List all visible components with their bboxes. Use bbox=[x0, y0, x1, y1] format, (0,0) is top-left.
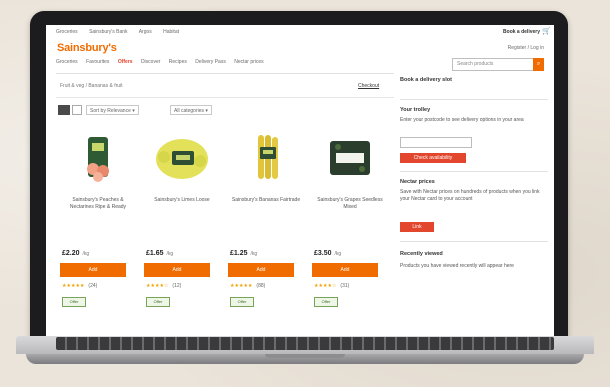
recent-text: Products you have viewed recently will a… bbox=[400, 263, 514, 269]
nav-item-groceries[interactable]: Groceries bbox=[56, 59, 78, 65]
utility-links: Groceries Sainsbury's Bank Argos Habitat bbox=[56, 29, 189, 35]
product-name[interactable]: Sainsbury's Grapes Seedless Mixed bbox=[314, 197, 386, 211]
site-logo[interactable]: Sainsbury's bbox=[57, 42, 117, 54]
main-nav: Groceries Favourites Offers Discover Rec… bbox=[56, 59, 356, 71]
product-name[interactable]: Sainsbury's Peaches & Nectarines Ripe & … bbox=[62, 197, 134, 211]
nectar-heading: Nectar prices bbox=[400, 179, 435, 185]
add-button[interactable]: Add bbox=[144, 263, 210, 277]
link-nectar-button[interactable]: Link bbox=[400, 222, 434, 232]
nav-item-offers[interactable]: Offers bbox=[118, 59, 133, 65]
sort-select[interactable]: Sort by Relevance ▾ bbox=[86, 105, 139, 115]
sidebar-divider bbox=[400, 171, 548, 172]
rating-count: (88) bbox=[256, 283, 266, 289]
rating-count: (24) bbox=[88, 283, 98, 289]
price-unit: /kg bbox=[250, 251, 258, 257]
trolley-heading: Your trolley bbox=[400, 107, 431, 113]
recent-heading: Recently viewed bbox=[400, 251, 443, 257]
product-image-limes[interactable] bbox=[152, 131, 212, 187]
results-divider bbox=[56, 97, 394, 98]
sort-label: Sort by bbox=[90, 108, 106, 114]
add-button[interactable]: Add bbox=[228, 263, 294, 277]
nav-item-recipes[interactable]: Recipes bbox=[169, 59, 187, 65]
rating-count: (12) bbox=[172, 283, 182, 289]
utility-bar: Groceries Sainsbury's Bank Argos Habitat… bbox=[46, 25, 554, 39]
laptop-screen: Groceries Sainsbury's Bank Argos Habitat… bbox=[46, 25, 554, 337]
laptop-notch bbox=[265, 354, 345, 358]
rating-stars: ★★★★★ bbox=[62, 283, 85, 289]
price-value: £3.50 bbox=[314, 250, 332, 257]
sidebar: Book a delivery slot Your trolley Enter … bbox=[400, 77, 548, 337]
product-image-peaches[interactable] bbox=[68, 131, 128, 187]
slot-heading[interactable]: Book a delivery slot bbox=[400, 77, 452, 83]
price-value: £2.20 bbox=[62, 250, 80, 257]
product-name[interactable]: Sainsbury's Limes Loose bbox=[146, 197, 218, 204]
product-name[interactable]: Sainsbury's Bananas Fairtrade bbox=[230, 197, 302, 204]
filter-select[interactable]: All categories ▾ bbox=[170, 105, 212, 115]
offer-badge: Offer bbox=[314, 297, 338, 307]
product-card[interactable]: Sainsbury's Limes Loose £1.65/kg Add ★★★… bbox=[144, 125, 220, 311]
product-rating[interactable]: ★★★★☆ (12) bbox=[146, 283, 181, 289]
product-image-bananas[interactable] bbox=[236, 131, 296, 187]
price-value: £1.25 bbox=[230, 250, 248, 257]
laptop-deck bbox=[16, 336, 594, 354]
product-card[interactable]: Sainsbury's Peaches & Nectarines Ripe & … bbox=[60, 125, 136, 311]
laptop-base bbox=[16, 336, 594, 374]
trolley-icon[interactable]: 🛒 bbox=[542, 27, 551, 35]
sort-value: Relevance bbox=[107, 108, 131, 114]
keyboard bbox=[56, 337, 554, 350]
product-price: £1.65/kg bbox=[146, 250, 218, 257]
checkout-link[interactable]: Checkout bbox=[358, 83, 379, 89]
add-button[interactable]: Add bbox=[60, 263, 126, 277]
nav-item-nectar[interactable]: Nectar prices bbox=[234, 59, 263, 65]
util-link-bank[interactable]: Sainsbury's Bank bbox=[89, 29, 127, 35]
util-link-groceries[interactable]: Groceries bbox=[56, 29, 78, 35]
product-card[interactable]: Sainsbury's Bananas Fairtrade £1.25/kg A… bbox=[228, 125, 304, 311]
book-delivery-link[interactable]: Book a delivery bbox=[503, 29, 540, 35]
offer-badge: Offer bbox=[146, 297, 170, 307]
sidebar-divider bbox=[400, 99, 548, 100]
product-price: £3.50/kg bbox=[314, 250, 386, 257]
search-placeholder: Search products bbox=[457, 61, 494, 67]
nav-item-favourites[interactable]: Favourites bbox=[86, 59, 109, 65]
price-unit: /kg bbox=[82, 251, 90, 257]
postcode-input[interactable] bbox=[400, 137, 472, 148]
list-view-icon[interactable] bbox=[72, 105, 82, 115]
product-image-grapes[interactable] bbox=[320, 131, 380, 187]
signin-link[interactable]: Register / Log in bbox=[508, 45, 544, 51]
offer-badge: Offer bbox=[230, 297, 254, 307]
rating-stars: ★★★★☆ bbox=[314, 283, 337, 289]
trolley-text: Enter your postcode to see delivery opti… bbox=[400, 117, 524, 123]
search-input[interactable]: Search products ⌕ bbox=[452, 58, 544, 71]
add-button[interactable]: Add bbox=[312, 263, 378, 277]
nav-item-delivery-pass[interactable]: Delivery Pass bbox=[195, 59, 226, 65]
filter-value: All categories bbox=[174, 108, 205, 114]
util-link-argos[interactable]: Argos bbox=[139, 29, 152, 35]
nav-item-discover[interactable]: Discover bbox=[141, 59, 160, 65]
search-icon[interactable]: ⌕ bbox=[533, 58, 544, 71]
breadcrumb[interactable]: Fruit & veg / Bananas & fruit bbox=[60, 83, 123, 89]
nav-divider bbox=[56, 73, 394, 74]
rating-stars: ★★★★☆ bbox=[146, 283, 169, 289]
product-rating[interactable]: ★★★★☆ (31) bbox=[314, 283, 349, 289]
offer-badge: Offer bbox=[62, 297, 86, 307]
product-price: £1.25/kg bbox=[230, 250, 302, 257]
nectar-text: Save with Nectar prices on hundreds of p… bbox=[400, 189, 540, 202]
check-availability-button[interactable]: Check availability bbox=[400, 153, 466, 163]
rating-stars: ★★★★★ bbox=[230, 283, 253, 289]
price-value: £1.65 bbox=[146, 250, 164, 257]
rating-count: (31) bbox=[340, 283, 350, 289]
product-price: £2.20/kg bbox=[62, 250, 134, 257]
product-rating[interactable]: ★★★★★ (88) bbox=[230, 283, 265, 289]
product-rating[interactable]: ★★★★★ (24) bbox=[62, 283, 97, 289]
product-card[interactable]: Sainsbury's Grapes Seedless Mixed £3.50/… bbox=[312, 125, 388, 311]
price-unit: /kg bbox=[166, 251, 174, 257]
grid-view-icon[interactable] bbox=[58, 105, 70, 115]
sidebar-divider bbox=[400, 241, 548, 242]
util-link-habitat[interactable]: Habitat bbox=[163, 29, 179, 35]
price-unit: /kg bbox=[334, 251, 342, 257]
